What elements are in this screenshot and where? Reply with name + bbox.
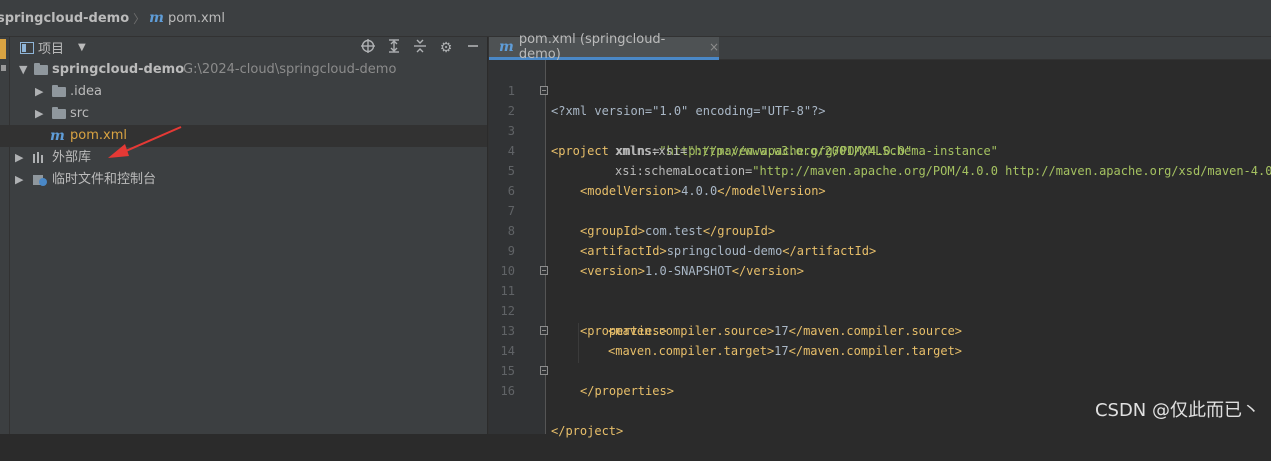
chevron-right-icon[interactable]: ▶ [35,103,43,125]
chevron-down-icon[interactable]: ▼ [78,42,86,53]
watermark: CSDN @仅此而已丶 [1094,400,1260,421]
project-panel: 项目 ▼ ⚙ ▼ springcloud-demo G:\2024-cloud\… [0,37,487,434]
tab-label: pom.xml (springcloud-demo) [518,32,666,62]
indent-guide [578,323,579,363]
code-line: 13 <maven.compiler.target>17</maven.comp… [489,301,1271,358]
maven-file-icon: m [50,128,65,144]
folder-icon [52,85,66,97]
code-line: 2 <project xmlns="http://maven.apache.or… [489,81,1271,158]
project-panel-header: 项目 ▼ ⚙ [10,37,487,58]
fold-marker-icon[interactable] [540,266,548,275]
code-line: 12 <maven.compiler.source>17</maven.comp… [489,281,1271,338]
code-line: 6 [489,161,1271,198]
chevron-right-icon[interactable]: ▶ [15,169,23,191]
code-line: 1 <?xml version="1.0" encoding="UTF-8"?> [489,61,1271,118]
breadcrumb-project[interactable]: springcloud-demo [0,11,129,26]
close-icon[interactable]: × [709,40,719,54]
tree-item-root-path: G:\2024-cloud\springcloud-demo [183,62,397,77]
line-number: 16 [500,384,515,398]
code-line: 15 [489,341,1271,378]
code-text: </properties> [580,384,674,398]
breadcrumb: springcloud-demo 〉 m pom.xml [0,0,225,37]
gear-icon[interactable]: ⚙ [433,40,459,56]
chevron-right-icon[interactable]: ▶ [15,147,23,169]
maven-file-icon: m [149,10,164,26]
code-line: 8 <artifactId>springcloud-demo</artifact… [489,201,1271,258]
tree-item-idea[interactable]: ▶ .idea [10,81,487,103]
code-line: 9 <version>1.0-SNAPSHOT</version> [489,221,1271,278]
annotation-arrow [108,126,182,158]
tree-item-label: 临时文件和控制台 [52,172,157,187]
editor-tab-bar: m pom.xml (springcloud-demo) × [489,32,1271,62]
tree-item-external-libraries[interactable]: ▶ 外部库 [10,147,487,169]
project-view-icon [20,41,34,54]
project-panel-toolbar: ⚙ [355,37,487,58]
code-line: 10 [489,241,1271,278]
scratches-icon [32,169,48,191]
tree-item-label: 外部库 [52,150,92,165]
collapse-all-icon[interactable] [407,39,433,57]
project-tool-window-tab[interactable] [0,39,6,59]
breadcrumb-separator-icon: 〉 [133,11,146,26]
code-line: 11 <properties> [489,261,1271,338]
tool-window-stripe [0,37,10,434]
tree-item-scratches[interactable]: ▶ 临时文件和控制台 [10,169,487,191]
code-area[interactable]: 1 <?xml version="1.0" encoding="UTF-8"?>… [489,61,1271,438]
code-line: 3 xmlns:xsi="http://www.w3.org/2001/XMLS… [489,101,1271,158]
maven-file-icon: m [499,39,514,55]
code-line: 16 </project> [489,361,1271,438]
editor: m pom.xml (springcloud-demo) × 1 <?xml v… [488,32,1271,438]
locate-file-icon[interactable] [355,38,381,57]
code-line: 14 </properties> [489,321,1271,398]
tree-item-label: src [70,106,89,121]
tree-item-src[interactable]: ▶ src [10,103,487,125]
code-text: </project> [551,424,624,438]
module-folder-icon [34,63,48,75]
folder-icon [52,107,66,119]
tree-item-root[interactable]: ▼ springcloud-demo G:\2024-cloud\springc… [10,59,487,81]
fold-marker-icon[interactable] [540,366,548,375]
minimize-icon[interactable] [459,40,487,56]
library-icon [32,147,46,169]
chevron-down-icon[interactable]: ▼ [19,59,27,81]
breadcrumb-file[interactable]: pom.xml [168,11,225,26]
tree-item-root-name: springcloud-demo [52,62,185,77]
tree-item-label: .idea [70,84,102,99]
code-line: 7 <groupId>com.test</groupId> [489,181,1271,238]
code-line: 4 xsi:schemaLocation="http://maven.apach… [489,121,1271,178]
fold-marker-icon[interactable] [540,86,548,95]
chevron-right-icon[interactable]: ▶ [35,81,43,103]
structure-tool-window-tab[interactable] [1,65,6,71]
expand-all-icon[interactable] [381,38,407,57]
fold-marker-icon[interactable] [540,326,548,335]
code-line: 5 <modelVersion>4.0.0</modelVersion> [489,141,1271,198]
tree-item-pom[interactable]: m pom.xml [0,125,487,147]
project-panel-title[interactable]: 项目 [38,38,64,57]
project-tree: ▼ springcloud-demo G:\2024-cloud\springc… [0,59,487,191]
tab-pom-xml[interactable]: m pom.xml (springcloud-demo) × [489,32,719,62]
